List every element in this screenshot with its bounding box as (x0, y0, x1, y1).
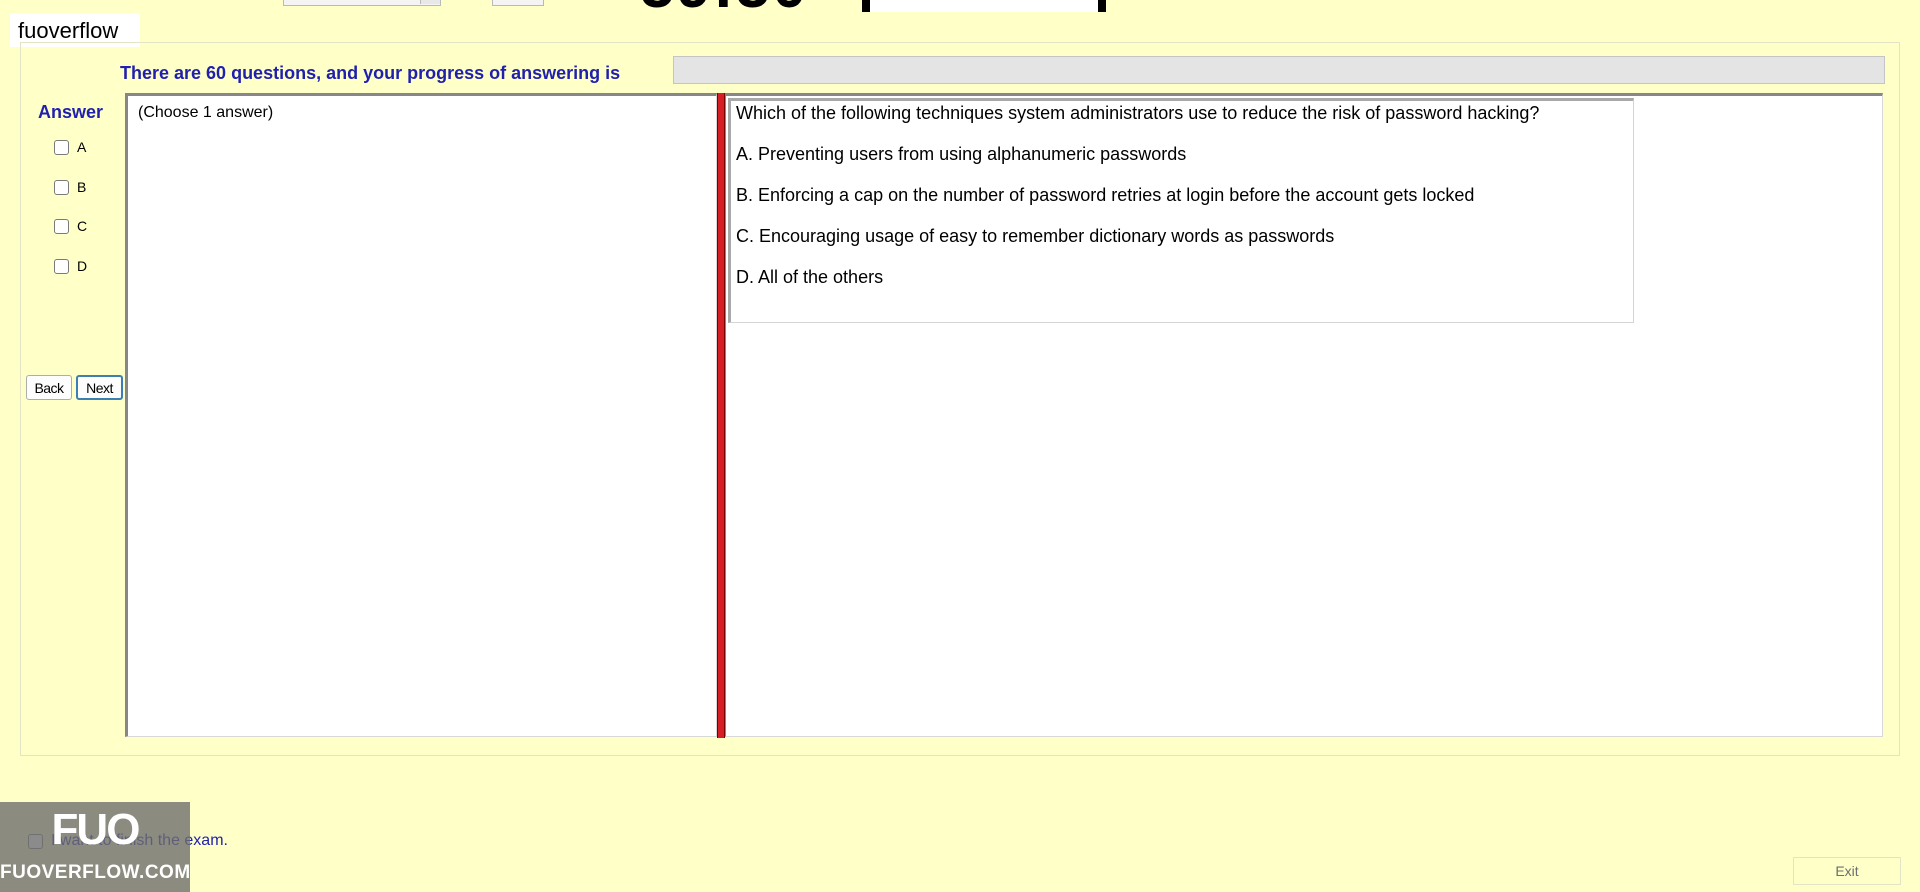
question-choice-a: A. Preventing users from using alphanume… (736, 144, 1187, 164)
exam-code-combo[interactable] (283, 0, 441, 6)
checkbox-d[interactable] (54, 258, 69, 274)
answer-option-c[interactable]: C (54, 218, 87, 234)
progress-label: There are 60 questions, and your progres… (120, 63, 621, 83)
answer-notes-box: (Choose 1 answer) (125, 93, 717, 737)
answer-option-label: D (77, 258, 88, 274)
answer-title: Answer (38, 102, 104, 122)
back-button[interactable]: Back (26, 375, 72, 400)
checkbox-a[interactable] (54, 139, 69, 155)
progress-bar (673, 56, 1885, 84)
timer-box (862, 0, 1106, 12)
combo-dropdown-button[interactable] (420, 0, 440, 4)
question-choice-c: C. Encouraging usage of easy to remember… (736, 226, 1335, 246)
answer-option-label: B (77, 179, 87, 195)
next-button[interactable]: Next (76, 375, 123, 400)
checkbox-c[interactable] (54, 218, 69, 234)
answer-option-d[interactable]: D (54, 258, 87, 274)
question-choice-b: B. Enforcing a cap on the number of pass… (736, 185, 1475, 205)
question-text: Which of the following techniques system… (736, 103, 1540, 123)
question-panel: Which of the following techniques system… (725, 93, 1883, 737)
checkbox-b[interactable] (54, 179, 69, 195)
watermark-logo: FUO FUOVERFLOW.COM (0, 802, 190, 892)
watermark-site: FUOVERFLOW.COM (0, 862, 191, 883)
watermark-logo-mark: FUO (51, 805, 141, 854)
answer-option-label: C (77, 218, 88, 234)
choose-instruction: (Choose 1 answer) (138, 104, 274, 121)
answer-option-label: A (77, 139, 87, 155)
countdown-timer: 59:50 (640, 0, 809, 18)
question-text-box: Which of the following techniques system… (728, 98, 1634, 323)
answer-option-a[interactable]: A (54, 139, 86, 155)
panel-splitter[interactable] (717, 93, 725, 738)
answer-option-b[interactable]: B (54, 179, 86, 195)
question-number-spinner[interactable] (492, 0, 544, 6)
exit-button[interactable]: Exit (1793, 857, 1901, 885)
question-choice-d: D. All of the others (736, 267, 884, 287)
